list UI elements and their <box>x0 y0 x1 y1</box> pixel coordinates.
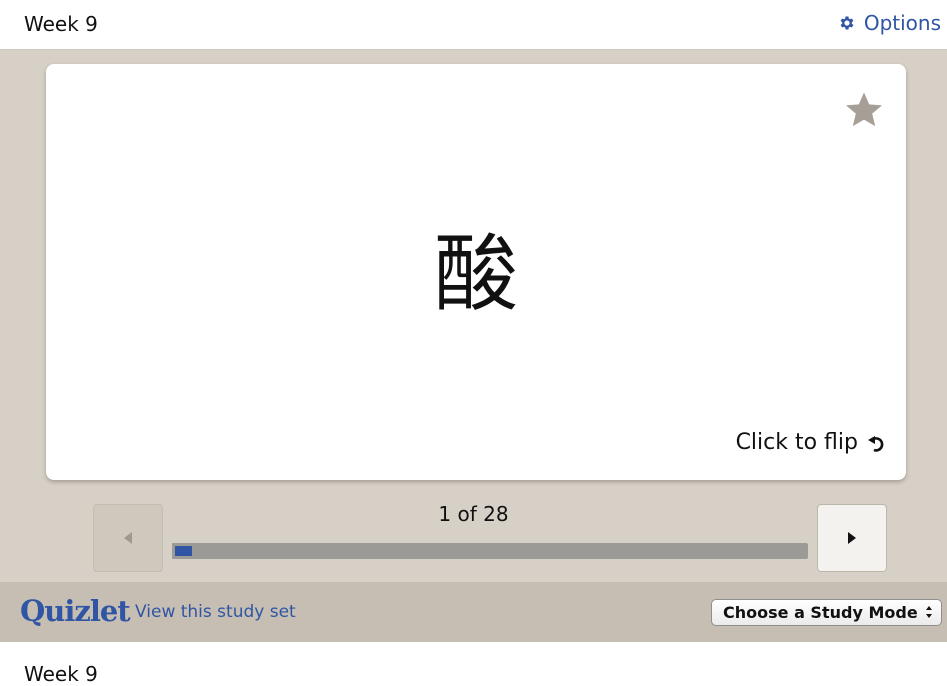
up-down-arrows-icon <box>926 606 932 618</box>
progress-bar <box>172 543 808 559</box>
quizlet-logo[interactable]: Quizlet <box>20 594 131 628</box>
card-counter: 1 of 28 <box>438 502 509 526</box>
top-header: Week 9 Options <box>0 0 947 50</box>
bottom-set-title: Week 9 <box>24 662 98 686</box>
progress-fill <box>172 543 195 559</box>
flip-hint[interactable]: Click to flip <box>736 430 886 455</box>
triangle-right-icon <box>848 532 856 544</box>
flashcard[interactable]: 酸 Click to flip <box>46 64 906 480</box>
next-card-button[interactable] <box>817 504 887 572</box>
options-button[interactable]: Options <box>838 11 941 35</box>
flashcard-stage: 酸 Click to flip 1 of 28 <box>0 50 947 582</box>
set-title: Week 9 <box>24 12 98 36</box>
options-label: Options <box>863 11 941 35</box>
view-study-set-link[interactable]: View this study set <box>135 602 296 622</box>
study-mode-value: Choose a Study Mode <box>723 603 918 622</box>
study-footer: Quizlet View this study set Choose a Stu… <box>0 582 947 642</box>
gear-icon <box>840 16 854 30</box>
star-icon[interactable] <box>844 90 884 130</box>
triangle-left-icon <box>124 532 132 544</box>
flip-label: Click to flip <box>735 430 858 455</box>
card-term: 酸 <box>433 225 518 323</box>
flip-arrow-icon <box>868 435 884 452</box>
study-mode-select[interactable]: Choose a Study Mode <box>711 599 942 626</box>
